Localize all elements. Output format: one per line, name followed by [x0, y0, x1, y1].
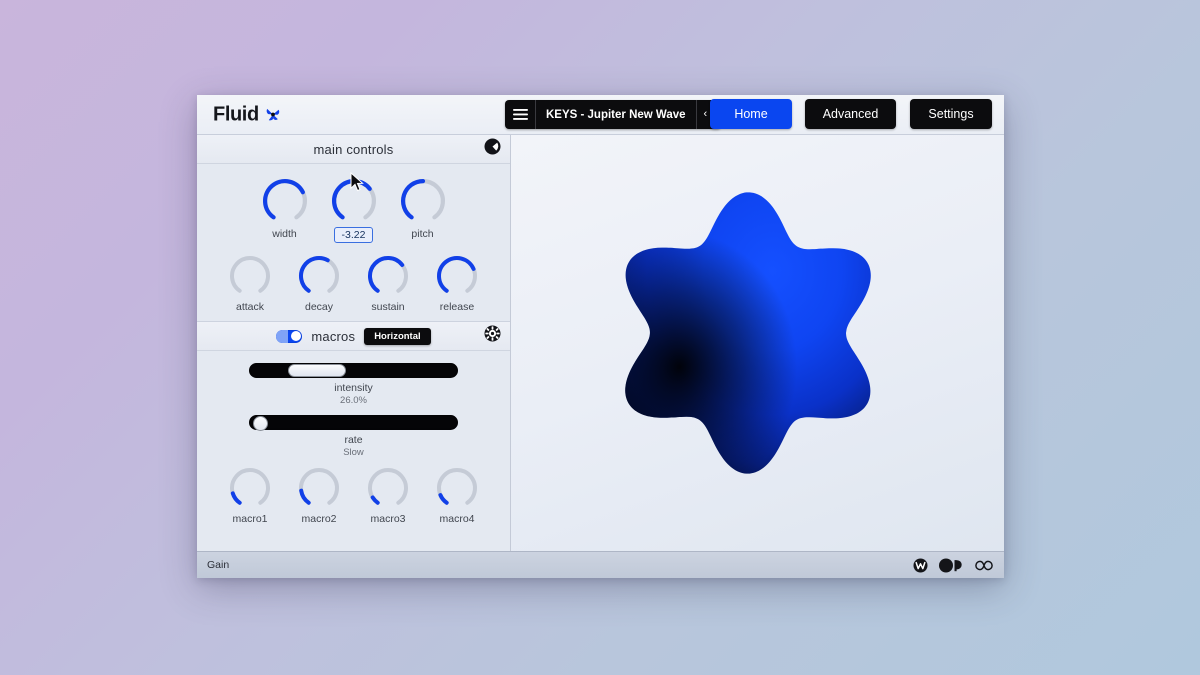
- visualizer-panel[interactable]: [511, 135, 1004, 551]
- macro-knob-macro4[interactable]: macro4: [423, 467, 492, 525]
- slider-track[interactable]: [249, 415, 458, 431]
- hamburger-menu-icon[interactable]: [505, 100, 536, 129]
- knob-label: width: [272, 228, 297, 240]
- butterfly-logo-icon: [266, 108, 279, 121]
- knob-dial[interactable]: [331, 178, 377, 224]
- knob-value-arc: [230, 491, 242, 505]
- macros-layout-select[interactable]: Horizontal: [364, 327, 431, 345]
- preset-name-display[interactable]: KEYS - Jupiter New Wave: [536, 100, 697, 129]
- brand-logo: Fluid: [213, 103, 282, 126]
- knob-width[interactable]: width: [250, 178, 319, 243]
- slider-handle[interactable]: [252, 416, 268, 431]
- plugin-window: Fluid KEYS - Jupiter New Wave ‹ ›: [197, 95, 1004, 578]
- body-area: main controls width -3.22 pitch attack deca…: [197, 135, 1004, 551]
- macros-header: macros Horizontal: [197, 322, 510, 351]
- knob-dial[interactable]: [298, 467, 340, 509]
- top-bar: Fluid KEYS - Jupiter New Wave ‹ ›: [197, 95, 1004, 135]
- slider-label: intensity: [334, 382, 373, 394]
- knob-dial[interactable]: [400, 178, 446, 224]
- main-controls-body: width -3.22 pitch attack decay sustain releas…: [197, 164, 510, 322]
- slider-value: 26.0%: [340, 395, 367, 406]
- knob-dial[interactable]: [367, 255, 409, 297]
- knob-release[interactable]: release: [423, 255, 492, 313]
- toggle-track: [276, 329, 289, 343]
- status-bar: Gain: [197, 551, 1004, 578]
- preset-morph-glyph: [484, 138, 501, 155]
- knob-label: macro1: [232, 513, 268, 525]
- knob-label: decay: [304, 301, 334, 313]
- tab-home[interactable]: Home: [710, 99, 792, 129]
- knob-dial[interactable]: [229, 467, 271, 509]
- knob-value-arc: [370, 495, 380, 505]
- hamburger-menu-glyph: [512, 109, 528, 120]
- status-icons-group: [913, 558, 994, 573]
- filter-icon[interactable]: [939, 558, 963, 573]
- knob--3.22[interactable]: -3.22: [319, 178, 388, 243]
- slider-intensity[interactable]: intensity 26.0%: [197, 363, 510, 406]
- knob-attack[interactable]: attack: [216, 255, 285, 313]
- macro-slider-list: intensity 26.0% rate Slow: [197, 363, 510, 458]
- macros-body: intensity 26.0% rate Slow macro1 macro2 macro…: [197, 351, 510, 551]
- knob-dial[interactable]: [262, 178, 308, 224]
- knob-value-arc: [331, 179, 372, 220]
- preset-selector-group: KEYS - Jupiter New Wave ‹ ›: [505, 100, 721, 129]
- knob-row-envelope: attack decay sustain release: [197, 255, 510, 313]
- knob-sustain[interactable]: sustain: [354, 255, 423, 313]
- knob-value-arc: [437, 256, 476, 293]
- knob-dial[interactable]: [367, 467, 409, 509]
- knob-dial[interactable]: [229, 255, 271, 297]
- left-panel: main controls width -3.22 pitch attack deca…: [197, 135, 511, 551]
- knob-dial[interactable]: [436, 467, 478, 509]
- slider-value: Slow: [343, 447, 364, 458]
- toggle-knob: [290, 331, 301, 341]
- knob-row-primary: width -3.22 pitch: [197, 178, 510, 243]
- knob-track: [368, 468, 408, 505]
- knob-pitch[interactable]: pitch: [388, 178, 457, 243]
- macros-enable-toggle[interactable]: [276, 329, 303, 343]
- knob-value-arc: [299, 488, 311, 505]
- main-controls-header: main controls: [197, 135, 510, 164]
- knob-track: [299, 468, 339, 505]
- macro-knob-macro1[interactable]: macro1: [216, 467, 285, 525]
- knob-dial[interactable]: [298, 255, 340, 297]
- knob-decay[interactable]: decay: [285, 255, 354, 313]
- status-text: Gain: [207, 559, 230, 571]
- knob-label: pitch: [411, 228, 434, 240]
- knob-label: macro2: [301, 513, 337, 525]
- wavetable-icon[interactable]: [913, 558, 928, 573]
- knob-value-arc: [262, 179, 305, 220]
- preset-prev-icon[interactable]: ‹: [704, 109, 708, 120]
- knob-track: [230, 468, 270, 505]
- infinity-icon[interactable]: [974, 558, 994, 573]
- macros-title: macros: [311, 328, 356, 344]
- tab-settings[interactable]: Settings: [910, 99, 992, 129]
- preset-morph-icon[interactable]: [484, 138, 501, 160]
- brand-name: Fluid: [213, 103, 259, 125]
- macro-knob-macro2[interactable]: macro2: [285, 467, 354, 525]
- gear-glyph: [484, 325, 501, 342]
- knob-label: macro4: [439, 513, 475, 525]
- knob-label: attack: [235, 301, 264, 313]
- knob-label: release: [439, 301, 475, 313]
- knob-value-arc: [438, 493, 449, 505]
- knob-track: [437, 468, 477, 505]
- macro-knob-macro3[interactable]: macro3: [354, 467, 423, 525]
- knob-track: [230, 256, 270, 293]
- gear-icon[interactable]: [484, 325, 501, 347]
- knob-value-arc: [368, 256, 405, 293]
- slider-label: rate: [344, 434, 363, 446]
- tab-advanced[interactable]: Advanced: [805, 99, 896, 129]
- slider-track[interactable]: [249, 363, 458, 378]
- knob-label: macro3: [370, 513, 406, 525]
- knob-label: sustain: [371, 301, 405, 313]
- knob-value-input[interactable]: -3.22: [333, 227, 374, 243]
- macro-knob-row: macro1 macro2 macro3 macro4: [197, 467, 510, 525]
- knob-value-arc: [299, 256, 330, 293]
- knob-dial[interactable]: [436, 255, 478, 297]
- main-controls-title: main controls: [313, 141, 394, 157]
- blob-6-lobe-icon: [624, 192, 871, 474]
- knob-value-arc: [400, 179, 425, 220]
- slider-handle[interactable]: [288, 364, 346, 377]
- slider-rate[interactable]: rate Slow: [197, 415, 510, 458]
